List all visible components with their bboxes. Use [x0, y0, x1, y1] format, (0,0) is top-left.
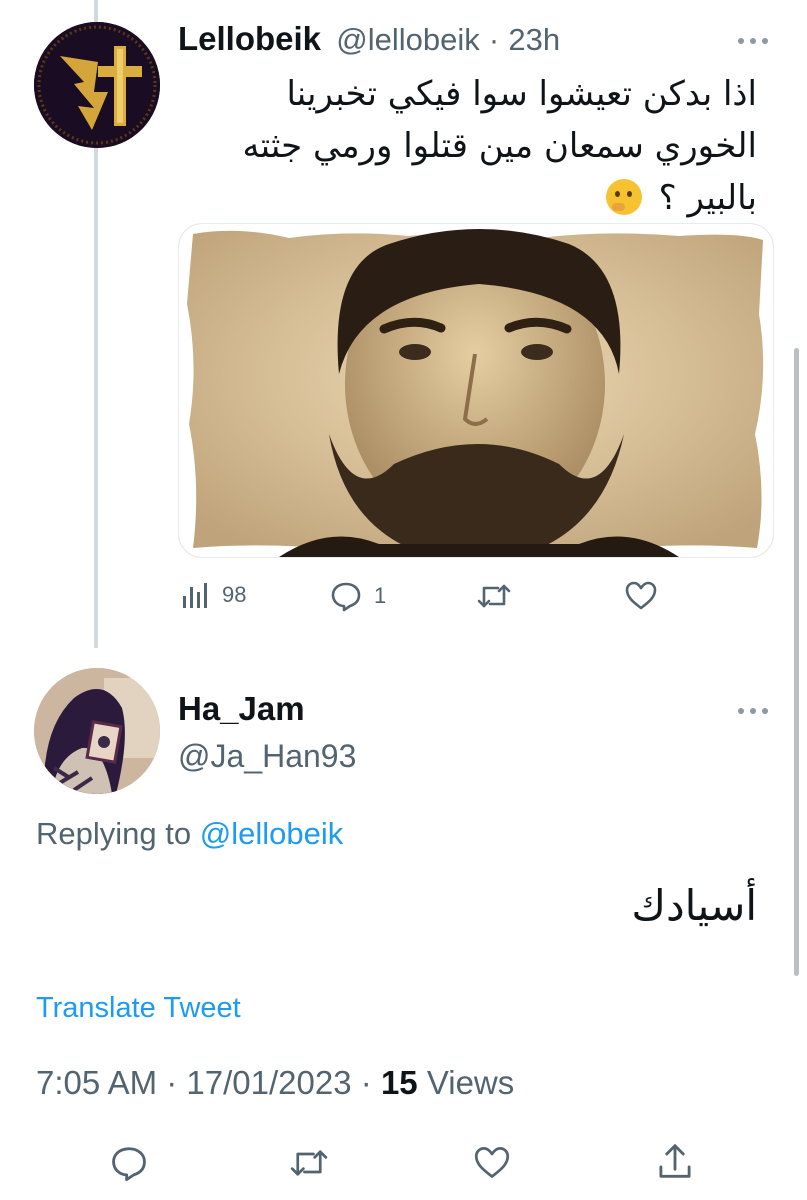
tweet-metadata: 7:05 AM · 17/01/2023 · 15 Views — [36, 1064, 514, 1102]
retweet-action[interactable] — [288, 1145, 330, 1181]
share-action[interactable] — [656, 1141, 694, 1181]
tweet-text-line: اذا بدكن تعيشوا سوا فيكي تخبرينا — [286, 74, 757, 114]
reply-count: 1 — [374, 583, 387, 608]
tweet-photo[interactable] — [178, 223, 774, 558]
views-count: 98 — [222, 582, 247, 607]
tweet-text: اذا بدكن تعيشوا سوا فيكي تخبرينا الخوري … — [197, 68, 757, 224]
like-icon — [474, 1147, 510, 1178]
tweet-time[interactable]: 7:05 AM — [36, 1064, 157, 1101]
views-action[interactable]: 98 — [180, 580, 246, 610]
views-icon — [183, 583, 207, 608]
tweet-text-line: الخوري سمعان مين قتلوا ورمي جثته — [242, 126, 757, 166]
like-action[interactable] — [472, 1145, 512, 1181]
display-name[interactable]: Lellobeik — [178, 20, 321, 57]
timestamp[interactable]: 23h — [508, 22, 560, 57]
like-action[interactable] — [624, 580, 658, 612]
handle[interactable]: @Ja_Han93 — [178, 738, 356, 775]
like-icon — [625, 581, 657, 610]
reply-action[interactable] — [110, 1144, 148, 1182]
thinking-face-icon — [605, 179, 642, 215]
separator: · — [488, 22, 500, 57]
avatar-ha-jam[interactable] — [34, 668, 160, 794]
reply-icon — [112, 1147, 146, 1182]
retweet-action[interactable] — [476, 580, 512, 612]
retweet-icon — [290, 1150, 328, 1176]
views-count[interactable]: 15 — [381, 1064, 418, 1101]
separator: · — [166, 1064, 178, 1101]
reply-action[interactable]: 1 — [330, 580, 386, 612]
more-icon[interactable] — [738, 706, 772, 716]
reply-text: أسيادك — [631, 881, 757, 930]
reply-icon — [331, 582, 361, 612]
scrollbar[interactable] — [794, 348, 799, 976]
views-label[interactable]: Views — [427, 1064, 514, 1101]
replying-to-link[interactable]: @lellobeik — [200, 816, 343, 851]
avatar-lellobeik[interactable] — [34, 22, 160, 148]
share-icon — [659, 1144, 691, 1178]
handle[interactable]: @lellobeik — [336, 22, 479, 57]
more-icon[interactable] — [738, 36, 772, 46]
tweet-date[interactable]: 17/01/2023 — [186, 1064, 351, 1101]
separator: · — [360, 1064, 372, 1101]
tweet-text-line-3: بالبير ؟ — [197, 172, 757, 224]
translate-tweet-link[interactable]: Translate Tweet — [36, 992, 241, 1025]
replying-to: Replying to @lellobeik — [36, 816, 343, 852]
display-name[interactable]: Ha_Jam — [178, 690, 305, 728]
replying-to-label: Replying to — [36, 816, 192, 851]
retweet-icon — [477, 584, 511, 608]
tweet-text-line: بالبير ؟ — [658, 178, 757, 218]
